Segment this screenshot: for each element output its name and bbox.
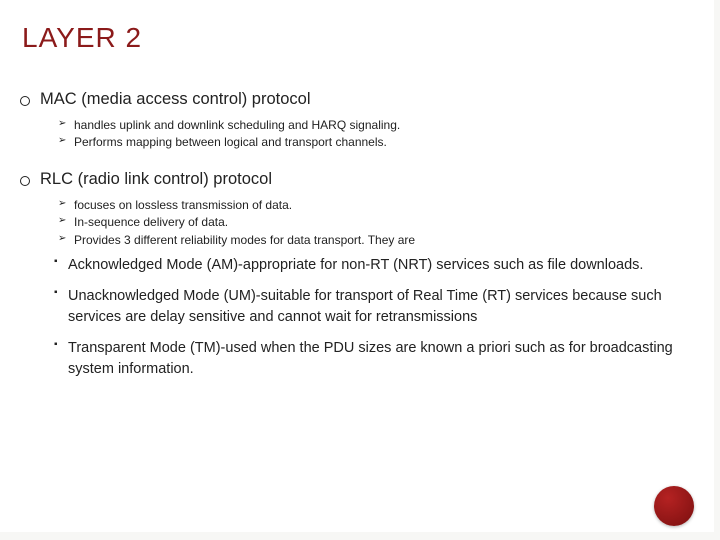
list-item: Transparent Mode (TM)-used when the PDU … [54, 338, 710, 380]
list-item: In-sequence delivery of data. [58, 214, 710, 231]
list-item: Provides 3 different reliability modes f… [58, 232, 710, 249]
list-item: Acknowledged Mode (AM)-appropriate for n… [54, 255, 710, 276]
slide-container: LAYER 2 MAC (media access control) proto… [0, 0, 720, 540]
sphere-icon [654, 486, 694, 526]
right-border-strip [714, 0, 720, 540]
rlc-modes: Acknowledged Mode (AM)-appropriate for n… [54, 255, 710, 380]
section-rlc: RLC (radio link control) protocol focuse… [20, 170, 710, 380]
list-item: Unacknowledged Mode (UM)-suitable for tr… [54, 286, 710, 328]
section-heading: MAC (media access control) protocol [40, 90, 311, 108]
rlc-points: focuses on lossless transmission of data… [58, 197, 710, 249]
content-list: MAC (media access control) protocol hand… [20, 90, 710, 380]
section-heading: RLC (radio link control) protocol [40, 170, 272, 188]
slide-title: LAYER 2 [22, 22, 710, 54]
section-mac: MAC (media access control) protocol hand… [20, 90, 710, 152]
list-item: handles uplink and downlink scheduling a… [58, 117, 710, 134]
mac-points: handles uplink and downlink scheduling a… [58, 117, 710, 152]
footer-strip [0, 532, 720, 540]
list-item: focuses on lossless transmission of data… [58, 197, 710, 214]
list-item: Performs mapping between logical and tra… [58, 134, 710, 151]
